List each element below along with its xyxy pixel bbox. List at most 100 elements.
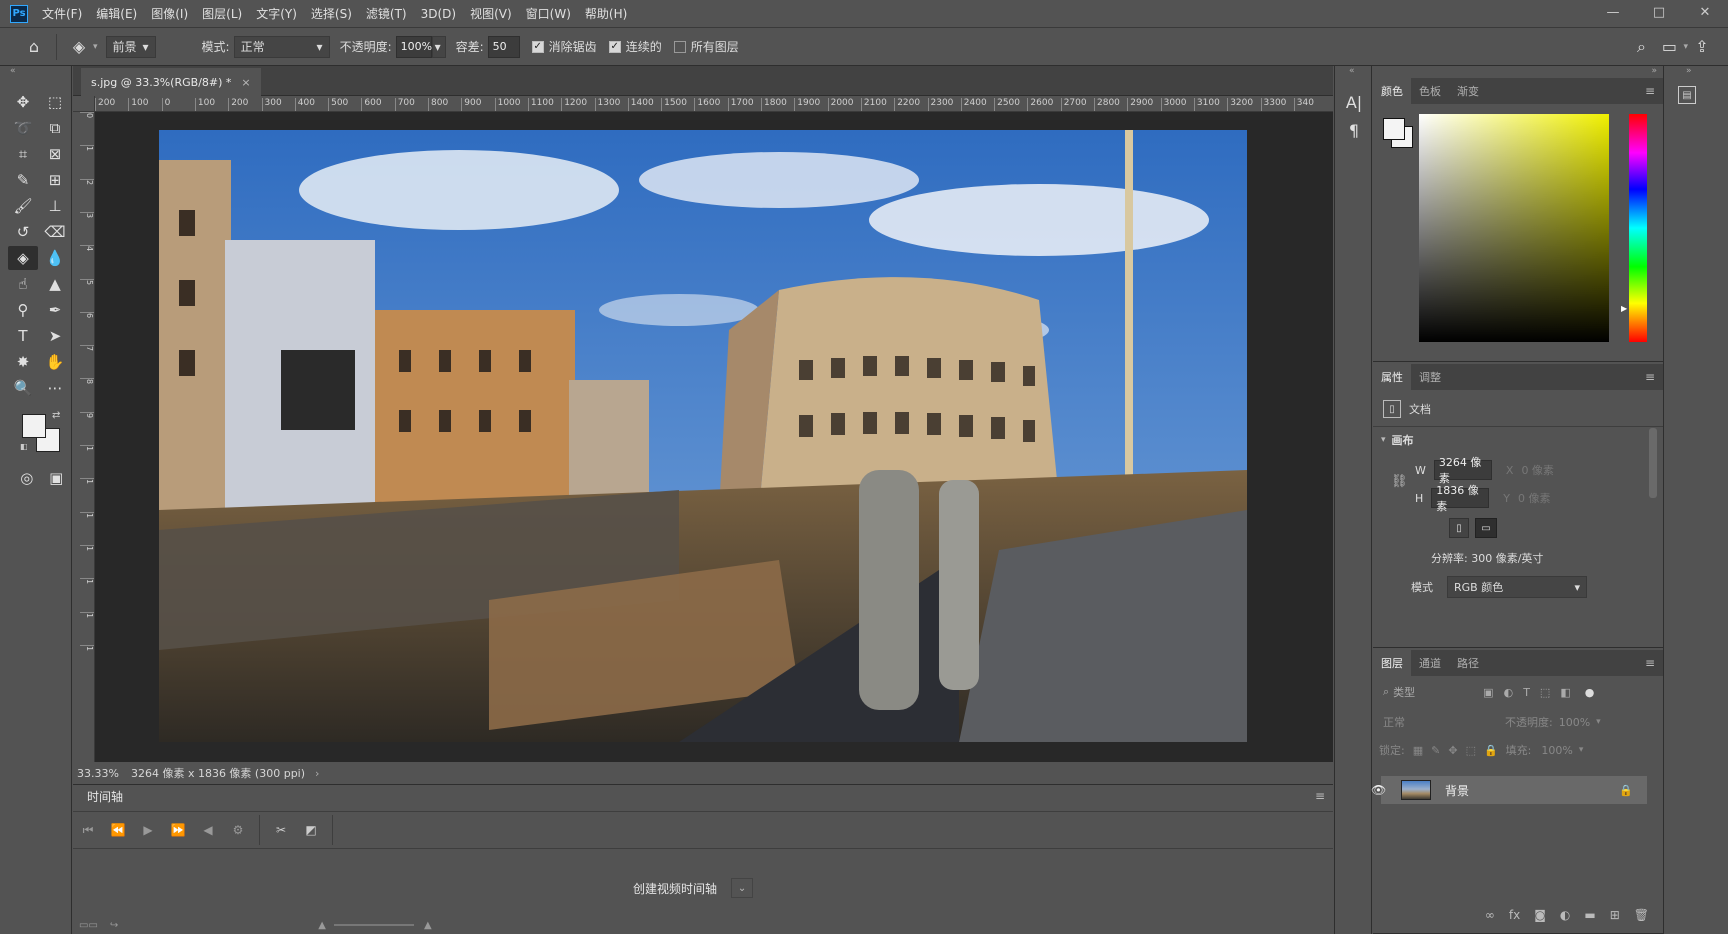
opacity-input[interactable]: 100%: [395, 35, 432, 58]
zoom-out-icon[interactable]: ▲: [318, 920, 326, 931]
fill-source-select[interactable]: 前景 ▾: [105, 35, 156, 58]
crop-tool-icon[interactable]: ⌗: [8, 142, 38, 166]
layer-blend-mode[interactable]: 正常: [1383, 714, 1473, 730]
hue-slider[interactable]: [1629, 114, 1647, 342]
zoom-tool-icon[interactable]: 🔍: [8, 376, 38, 400]
antialias-checkbox[interactable]: ✓: [531, 40, 544, 53]
close-button[interactable]: ✕: [1682, 0, 1728, 24]
convert-icon[interactable]: ↪: [110, 920, 118, 931]
path-select-tool-icon[interactable]: ➤: [40, 324, 70, 348]
horizontal-ruler[interactable]: 200 100 0 100 200 300 400 500 600 700 800 900 1000 11…: [95, 96, 1333, 112]
transition-icon[interactable]: ◩: [296, 823, 326, 837]
lasso-tool-icon[interactable]: ➰: [8, 116, 38, 140]
settings-icon[interactable]: ⚙: [223, 823, 253, 837]
scissors-icon[interactable]: ✂: [266, 823, 296, 837]
blend-mode-select[interactable]: 正常 ▾: [233, 35, 330, 58]
first-frame-icon[interactable]: ⏮: [73, 823, 103, 838]
lock-position-icon[interactable]: ✥: [1448, 744, 1457, 757]
tolerance-input[interactable]: 50: [487, 35, 520, 58]
width-input[interactable]: 3264 像素: [1433, 456, 1492, 485]
scrollbar[interactable]: [1649, 428, 1657, 498]
tab-channels[interactable]: 通道: [1411, 650, 1449, 676]
hue-marker-icon[interactable]: ▶: [1621, 304, 1627, 313]
default-colors-icon[interactable]: ◧: [20, 442, 28, 451]
opacity-dropdown[interactable]: ▾: [431, 35, 446, 58]
zoom-slider[interactable]: [334, 924, 414, 926]
patch-tool-icon[interactable]: ⊞: [40, 168, 70, 192]
all-layers-checkbox[interactable]: [673, 40, 686, 53]
foreground-color-swatch[interactable]: [1383, 118, 1405, 140]
chevron-down-icon[interactable]: ▾: [93, 42, 98, 52]
create-video-timeline-button[interactable]: 创建视频时间轴: [633, 880, 717, 897]
screen-mode-icon[interactable]: ▣: [42, 466, 72, 490]
tab-swatches[interactable]: 色板: [1411, 78, 1449, 104]
paint-bucket-preset-icon[interactable]: ◈: [65, 33, 93, 61]
height-input[interactable]: 1836 像素: [1431, 484, 1490, 513]
portrait-icon[interactable]: ▯: [1449, 518, 1469, 538]
new-group-icon[interactable]: ▬: [1584, 908, 1595, 922]
share-icon[interactable]: ⇪: [1688, 33, 1716, 61]
layer-filter-type[interactable]: 类型: [1393, 684, 1463, 700]
color-picker-field[interactable]: [1419, 114, 1609, 342]
shape-filter-icon[interactable]: ⬚: [1540, 686, 1550, 699]
chevron-down-icon[interactable]: ▾: [1596, 717, 1601, 727]
sharpen-tool-icon[interactable]: ▲: [40, 272, 70, 296]
object-select-tool-icon[interactable]: ⧉: [40, 116, 70, 140]
pixel-filter-icon[interactable]: ▣: [1483, 686, 1493, 699]
fx-icon[interactable]: fx: [1509, 908, 1520, 922]
zoom-level[interactable]: 33.33%: [77, 767, 119, 780]
color-mode-select[interactable]: RGB 颜色 ▾: [1447, 576, 1587, 598]
swap-colors-icon[interactable]: ⇄: [52, 410, 60, 421]
add-mask-icon[interactable]: ◙: [1534, 908, 1546, 922]
menu-image[interactable]: 图像(I): [151, 5, 188, 22]
collapse-arrows-icon[interactable]: «: [0, 66, 71, 80]
contiguous-checkbox[interactable]: ✓: [608, 40, 621, 53]
lock-all-icon[interactable]: 🔒: [1484, 744, 1498, 757]
hand-tool-icon[interactable]: ✋: [40, 350, 70, 374]
home-icon[interactable]: ⌂: [20, 33, 48, 61]
paragraph-panel-icon[interactable]: ¶: [1335, 116, 1373, 144]
trash-icon[interactable]: 🗑: [1634, 908, 1649, 922]
lock-artboard-icon[interactable]: ⬚: [1466, 744, 1476, 757]
tab-layers[interactable]: 图层: [1373, 650, 1411, 676]
paint-bucket-tool-icon[interactable]: ◈: [8, 246, 38, 270]
frames-icon[interactable]: ▭▭: [79, 920, 98, 931]
chevron-right-icon[interactable]: ›: [315, 767, 319, 780]
eraser-tool-icon[interactable]: ⌫: [40, 220, 70, 244]
menu-window[interactable]: 窗口(W): [526, 5, 571, 22]
landscape-icon[interactable]: ▭: [1475, 518, 1497, 538]
pen-tool-icon[interactable]: ✒: [40, 298, 70, 322]
filter-toggle-icon[interactable]: ●: [1585, 686, 1595, 699]
smudge-tool-icon[interactable]: ☝: [8, 272, 38, 296]
y-input[interactable]: 0 像素: [1518, 490, 1551, 506]
prev-frame-icon[interactable]: ⏪: [103, 823, 133, 837]
maximize-button[interactable]: □: [1636, 0, 1682, 24]
zoom-in-icon[interactable]: ▲: [424, 920, 432, 931]
link-dimensions-icon[interactable]: ⛓: [1391, 474, 1408, 489]
menu-edit[interactable]: 编辑(E): [96, 5, 137, 22]
more-tools-icon[interactable]: ⋯: [40, 376, 70, 400]
tab-properties[interactable]: 属性: [1373, 364, 1411, 390]
document-tab[interactable]: s.jpg @ 33.3%(RGB/8#) * ×: [81, 68, 261, 96]
eyedropper-tool-icon[interactable]: ✎: [8, 168, 38, 192]
move-tool-icon[interactable]: ✥: [8, 90, 38, 114]
eye-icon[interactable]: 👁: [1371, 783, 1386, 797]
menu-type[interactable]: 文字(Y): [256, 5, 297, 22]
tab-gradients[interactable]: 渐变: [1449, 78, 1487, 104]
panel-menu-icon[interactable]: ≡: [1645, 84, 1655, 98]
close-icon[interactable]: ×: [241, 76, 250, 89]
fill-value[interactable]: 100%: [1541, 744, 1572, 757]
next-frame-icon[interactable]: ⏩: [163, 823, 193, 837]
menu-help[interactable]: 帮助(H): [585, 5, 627, 22]
libraries-icon[interactable]: ▤: [1678, 86, 1696, 104]
marquee-tool-icon[interactable]: ⬚: [40, 90, 70, 114]
canvas-section-header[interactable]: ▾ 画布: [1381, 432, 1414, 448]
history-brush-tool-icon[interactable]: ↺: [8, 220, 38, 244]
menu-filter[interactable]: 滤镜(T): [366, 5, 407, 22]
expand-arrows-icon[interactable]: »: [1651, 66, 1657, 76]
dodge-tool-icon[interactable]: ⚲: [8, 298, 38, 322]
layer-opacity-value[interactable]: 100%: [1559, 716, 1590, 729]
layer-name[interactable]: 背景: [1445, 782, 1469, 799]
lock-pixels-icon[interactable]: ✎: [1431, 744, 1440, 757]
vertical-ruler[interactable]: 0 1 2 3 4 5 6 7 8 9 1 1 1 1 1 1 1: [78, 112, 95, 774]
